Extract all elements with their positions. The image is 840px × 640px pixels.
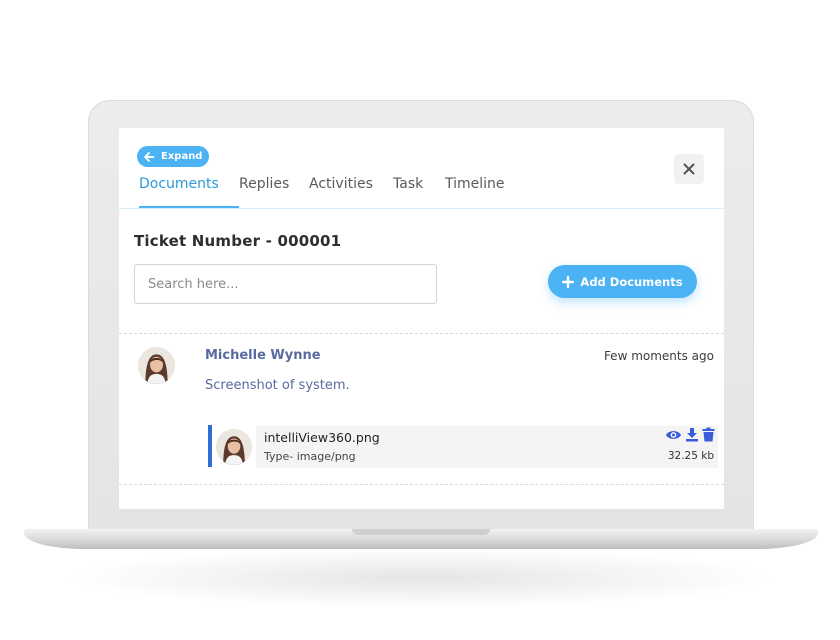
tab-timeline[interactable]: Timeline xyxy=(445,175,515,209)
divider xyxy=(119,333,724,334)
plus-icon xyxy=(562,275,575,288)
eye-icon[interactable] xyxy=(665,428,682,442)
avatar xyxy=(138,347,175,384)
attachment-file-size: 32.25 kb xyxy=(667,450,714,462)
ticket-number-heading: Ticket Number - 000001 xyxy=(134,232,342,250)
attachment-file-name[interactable]: intelliView360.png xyxy=(264,430,380,445)
attachment-card: intelliView360.png Type- image/png 32.25… xyxy=(256,426,718,468)
divider xyxy=(119,484,724,485)
trash-icon[interactable] xyxy=(702,427,715,442)
expand-button[interactable]: Expand xyxy=(137,146,209,167)
add-documents-label: Add Documents xyxy=(580,274,683,289)
close-icon xyxy=(683,163,695,175)
tab-documents[interactable]: Documents xyxy=(139,175,239,209)
tabs-divider xyxy=(119,208,724,209)
expand-label: Expand xyxy=(161,151,203,162)
attachment-avatar xyxy=(216,429,252,465)
tab-replies[interactable]: Replies xyxy=(239,175,309,209)
laptop-notch xyxy=(352,529,490,535)
ticket-panel: Expand Documents Replies Activities Task… xyxy=(119,128,724,509)
comment-time: Few moments ago xyxy=(603,349,714,363)
tab-activities[interactable]: Activities xyxy=(309,175,393,209)
download-icon[interactable] xyxy=(685,427,699,442)
comment-author[interactable]: Michelle Wynne xyxy=(205,348,321,363)
attachment-actions xyxy=(665,427,715,442)
laptop-shadow xyxy=(60,548,780,608)
attachment-file-type: Type- image/png xyxy=(264,450,356,463)
tab-bar: Documents Replies Activities Task Timeli… xyxy=(139,175,515,209)
comment-message: Screenshot of system. xyxy=(205,378,350,393)
arrow-left-icon xyxy=(142,150,156,164)
search-input[interactable] xyxy=(134,264,437,304)
close-button[interactable] xyxy=(674,154,704,184)
attachment-accent-bar xyxy=(208,425,212,467)
add-documents-button[interactable]: Add Documents xyxy=(548,265,697,298)
tab-task[interactable]: Task xyxy=(393,175,445,209)
